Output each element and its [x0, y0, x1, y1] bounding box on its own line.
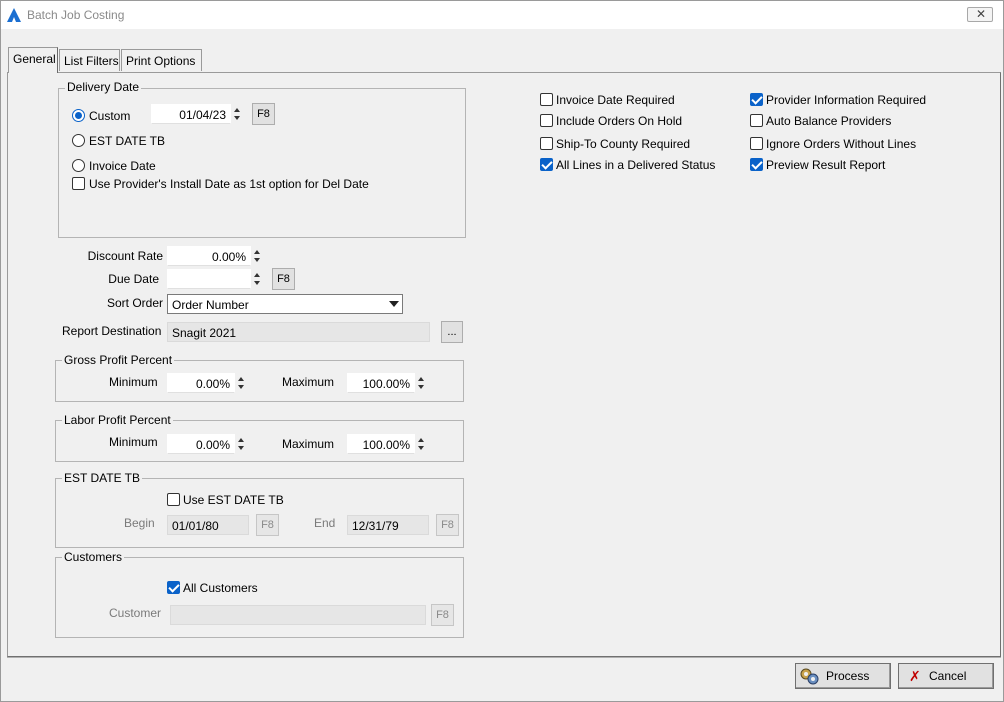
labor-profit-max-spinner[interactable] — [416, 434, 427, 454]
gross-profit-min-label: Minimum — [109, 375, 158, 389]
custom-radio[interactable] — [72, 109, 85, 122]
custom-date-input[interactable]: 01/04/23 — [151, 104, 231, 124]
ship-to-county-required-checkbox[interactable] — [540, 137, 553, 150]
use-est-date-checkbox[interactable] — [167, 493, 180, 506]
est-date-group-label: EST DATE TB — [62, 471, 143, 485]
discount-rate-spinner[interactable] — [252, 246, 263, 266]
invoice-date-radio[interactable] — [72, 159, 85, 172]
tab-label: Print Options — [126, 54, 196, 68]
gross-profit-max-label: Maximum — [282, 375, 335, 389]
include-orders-on-hold-checkbox[interactable] — [540, 114, 553, 127]
invoice-date-label: Invoice Date — [89, 159, 156, 173]
all-lines-delivered-label: All Lines in a Delivered Status — [556, 158, 716, 172]
labor-profit-max-input[interactable]: 100.00% — [347, 434, 415, 454]
customer-input[interactable] — [170, 605, 426, 625]
est-date-group — [55, 478, 464, 548]
begin-date-f8-button[interactable]: F8 — [256, 514, 279, 536]
gross-profit-max-spinner[interactable] — [416, 373, 427, 393]
tab-list-filters[interactable]: List Filters — [59, 49, 120, 71]
due-date-spinner[interactable] — [252, 269, 263, 289]
preview-result-report-label: Preview Result Report — [766, 158, 886, 172]
gross-profit-group-label: Gross Profit Percent — [62, 353, 175, 367]
invoice-date-required-checkbox[interactable] — [540, 93, 553, 106]
customer-f8-button[interactable]: F8 — [431, 604, 454, 626]
provider-info-required-checkbox[interactable] — [750, 93, 763, 106]
gears-icon — [800, 668, 819, 685]
gross-profit-min-spinner[interactable] — [236, 373, 247, 393]
tab-label: General — [13, 52, 56, 66]
process-button[interactable]: Process — [795, 663, 891, 689]
window-title: Batch Job Costing — [27, 8, 125, 22]
custom-date-spinner[interactable] — [232, 104, 243, 124]
provider-info-required-label: Provider Information Required — [766, 93, 927, 107]
delivery-date-group-label: Delivery Date — [65, 80, 142, 94]
discount-rate-label: Discount Rate — [87, 249, 163, 263]
batch-job-costing-window: Batch Job Costing ✕ General List Filters… — [0, 0, 1004, 702]
sort-order-select[interactable]: Order Number — [167, 294, 403, 314]
app-logo-icon — [7, 8, 21, 22]
tab-print-options[interactable]: Print Options — [121, 49, 202, 71]
tab-general[interactable]: General — [8, 47, 58, 73]
end-date-input[interactable]: 12/31/79 — [347, 515, 429, 535]
report-destination-label: Report Destination — [62, 324, 162, 338]
cancel-label: Cancel — [929, 669, 967, 683]
end-label: End — [314, 516, 336, 530]
labor-profit-max-label: Maximum — [282, 437, 335, 451]
customers-group-label: Customers — [62, 550, 125, 564]
ship-to-county-required-label: Ship-To County Required — [556, 137, 691, 151]
gross-profit-min-input[interactable]: 0.00% — [167, 373, 235, 393]
due-date-label: Due Date — [108, 272, 159, 286]
footer-divider — [7, 657, 1001, 658]
end-date-f8-button[interactable]: F8 — [436, 514, 459, 536]
begin-date-input[interactable]: 01/01/80 — [167, 515, 249, 535]
ignore-orders-without-lines-label: Ignore Orders Without Lines — [766, 137, 917, 151]
title-bar: Batch Job Costing ✕ — [1, 1, 1003, 29]
close-icon: ✕ — [976, 7, 987, 21]
labor-profit-min-input[interactable]: 0.00% — [167, 434, 235, 454]
cancel-x-icon: ✗ — [909, 668, 921, 684]
use-est-date-label: Use EST DATE TB — [183, 493, 284, 507]
invoice-date-required-label: Invoice Date Required — [556, 93, 675, 107]
report-destination-input[interactable]: Snagit 2021 — [167, 322, 430, 342]
discount-rate-input[interactable]: 0.00% — [167, 246, 251, 266]
gross-profit-max-input[interactable]: 100.00% — [347, 373, 415, 393]
all-customers-checkbox[interactable] — [167, 581, 180, 594]
est-date-label: EST DATE TB — [89, 134, 166, 148]
report-destination-browse-button[interactable]: ... — [441, 321, 463, 343]
due-date-f8-button[interactable]: F8 — [272, 268, 295, 290]
preview-result-report-checkbox[interactable] — [750, 158, 763, 171]
customer-label: Customer — [109, 606, 162, 620]
use-provider-install-date-checkbox[interactable] — [72, 177, 85, 190]
ignore-orders-without-lines-checkbox[interactable] — [750, 137, 763, 150]
chevron-down-icon — [389, 301, 399, 307]
customers-group — [55, 557, 464, 638]
sort-order-label: Sort Order — [106, 296, 163, 310]
cancel-button[interactable]: ✗ Cancel — [898, 663, 994, 689]
due-date-input[interactable] — [167, 269, 251, 289]
custom-label: Custom — [89, 109, 131, 123]
labor-profit-group-label: Labor Profit Percent — [62, 413, 173, 427]
custom-date-f8-button[interactable]: F8 — [252, 103, 275, 125]
all-customers-label: All Customers — [183, 581, 258, 595]
begin-label: Begin — [124, 516, 155, 530]
labor-profit-min-label: Minimum — [109, 435, 158, 449]
all-lines-delivered-checkbox[interactable] — [540, 158, 553, 171]
close-button[interactable]: ✕ — [967, 7, 993, 22]
auto-balance-providers-checkbox[interactable] — [750, 114, 763, 127]
include-orders-on-hold-label: Include Orders On Hold — [556, 114, 683, 128]
process-label: Process — [826, 669, 870, 683]
sort-order-value: Order Number — [172, 298, 249, 312]
use-provider-install-date-label: Use Provider's Install Date as 1st optio… — [89, 177, 369, 191]
labor-profit-min-spinner[interactable] — [236, 434, 247, 454]
auto-balance-providers-label: Auto Balance Providers — [766, 114, 892, 128]
est-date-radio[interactable] — [72, 134, 85, 147]
tab-label: List Filters — [64, 54, 119, 68]
